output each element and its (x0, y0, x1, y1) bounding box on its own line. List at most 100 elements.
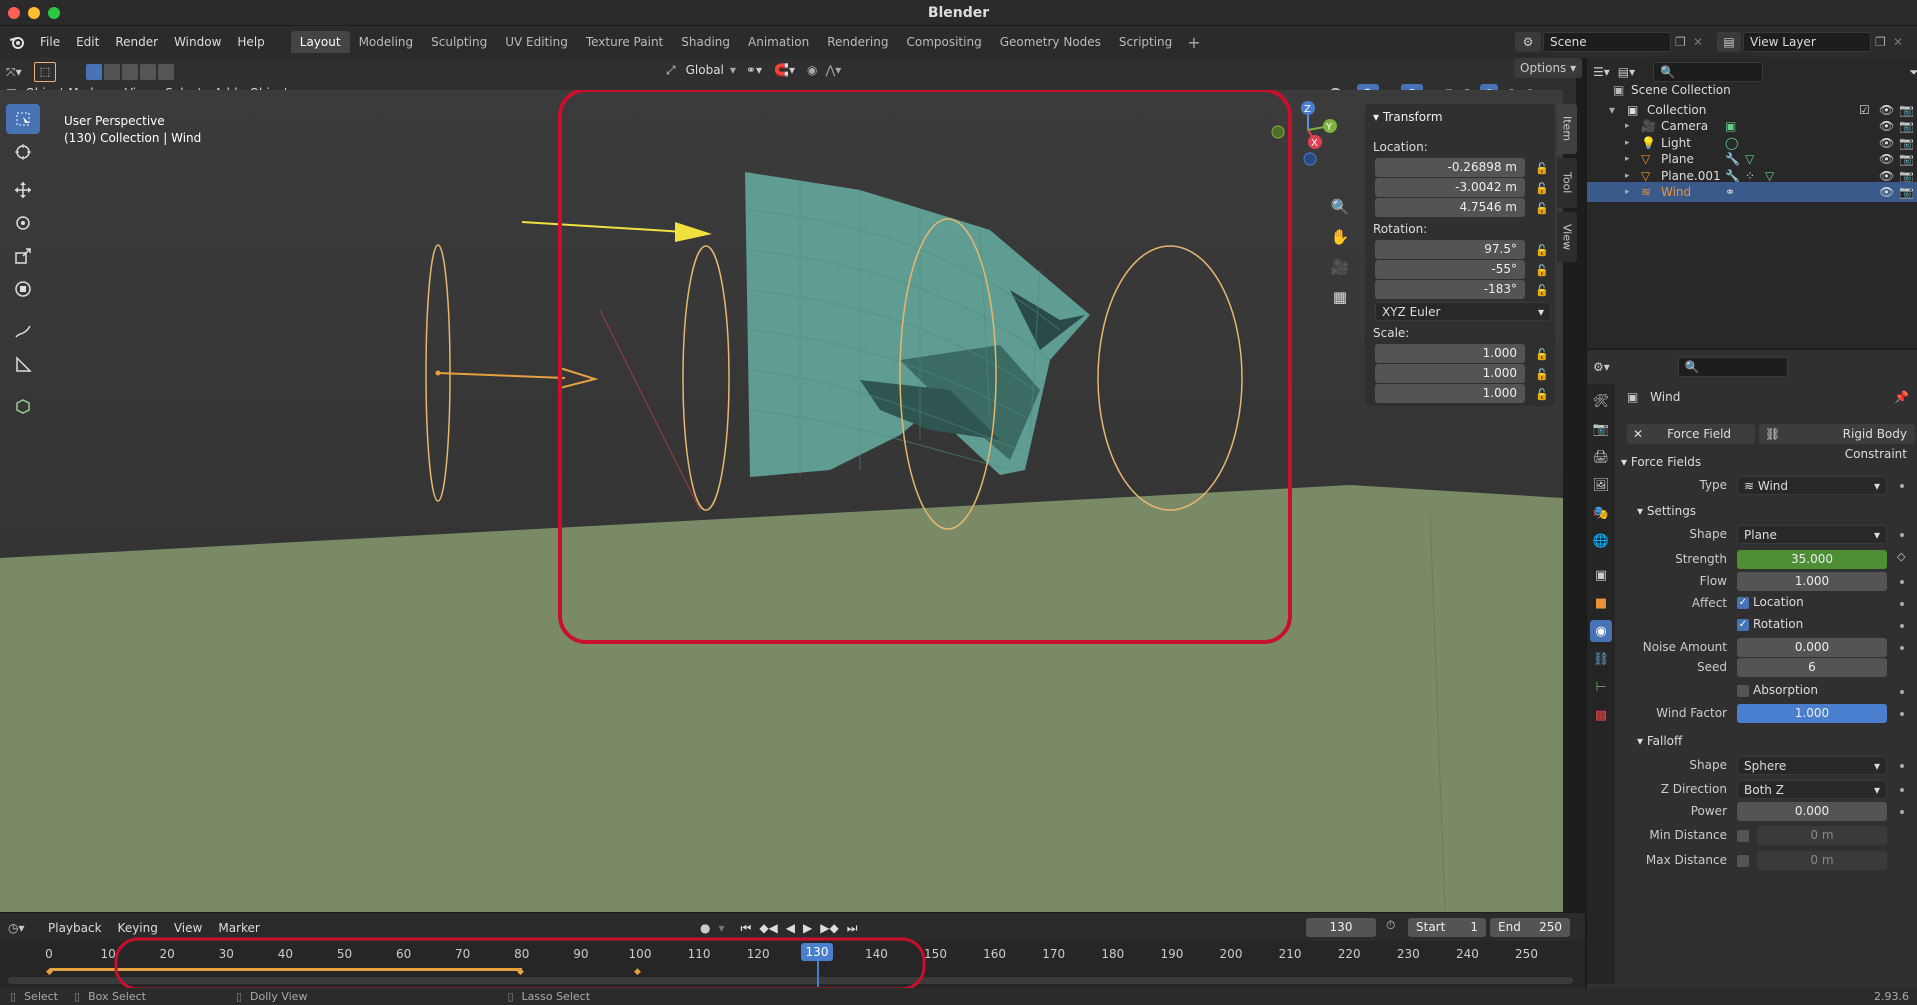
perspective-toggle-icon[interactable]: ▦ (1326, 288, 1354, 318)
select-intersect-icon[interactable] (158, 64, 174, 80)
scene-tab-icon[interactable]: 🎭 (1590, 502, 1612, 524)
display-mode-icon[interactable]: ▤▾ (1618, 65, 1635, 79)
new-view-layer-icon[interactable]: ❐ (1875, 35, 1893, 49)
outliner-editor-icon[interactable]: ☰▾ (1593, 65, 1610, 79)
affect-location-checkbox[interactable]: ✓ (1737, 597, 1749, 609)
tab-animation[interactable]: Animation (739, 31, 818, 53)
seed-field[interactable]: 6 (1737, 658, 1887, 677)
location-x-field[interactable]: -0.26898 m (1375, 158, 1525, 177)
select-new-icon[interactable] (86, 64, 102, 80)
measure-tool-icon[interactable] (6, 349, 40, 379)
view-layer-tab-icon[interactable]: 🖼 (1590, 474, 1612, 496)
camera-view-icon[interactable]: 🎥 (1326, 258, 1354, 288)
world-tab-icon[interactable]: 🌐 (1590, 530, 1612, 552)
outliner-row-wind[interactable]: ▸ ≋ Wind ⚭ 👁 📷 (1587, 182, 1917, 202)
absorption-checkbox[interactable] (1737, 685, 1749, 697)
zoom-icon[interactable]: 🔍 (1326, 198, 1354, 228)
annotate-tool-icon[interactable] (6, 316, 40, 346)
rotate-tool-icon[interactable] (6, 208, 40, 238)
outliner-row-scene-collection[interactable]: ▣ Scene Collection (1587, 80, 1917, 100)
view-layer-field[interactable]: View Layer (1743, 32, 1871, 52)
select-box-tool-icon[interactable] (6, 104, 40, 134)
transform-tool-icon[interactable] (6, 274, 40, 304)
force-fields-header[interactable]: ▾ Force Fields (1621, 455, 1701, 469)
menu-render[interactable]: Render (107, 31, 166, 53)
snap-icon[interactable]: 🧲▾ (774, 63, 795, 77)
tool-tab-icon[interactable]: 🛠 (1590, 390, 1612, 412)
filter-icon[interactable]: ⏷▾ (1909, 65, 1917, 80)
tab-modeling[interactable]: Modeling (350, 31, 423, 53)
select-subtract-icon[interactable] (122, 64, 138, 80)
rotation-z-field[interactable]: -183° (1375, 280, 1525, 299)
select-invert-icon[interactable] (140, 64, 156, 80)
location-lock-icons[interactable]: 🔓 🔓 🔓 (1535, 159, 1549, 219)
object-tab-icon[interactable]: ■ (1590, 592, 1612, 614)
cursor-tool-icon[interactable] (6, 137, 40, 167)
blender-logo-icon[interactable] (6, 31, 28, 53)
scale-z-field[interactable]: 1.000 (1375, 384, 1525, 403)
render-tab-icon[interactable]: 📷 (1590, 418, 1612, 440)
tab-view[interactable]: View (1557, 212, 1577, 262)
scale-tool-icon[interactable] (6, 241, 40, 271)
noise-amount-field[interactable]: 0.000 (1737, 638, 1887, 657)
tab-texture-paint[interactable]: Texture Paint (577, 31, 672, 53)
power-field[interactable]: 0.000 (1737, 802, 1887, 821)
output-tab-icon[interactable]: 🖨 (1590, 446, 1612, 468)
move-tool-icon[interactable] (6, 175, 40, 205)
new-scene-icon[interactable]: ❐ (1675, 35, 1693, 49)
select-extend-icon[interactable] (104, 64, 120, 80)
affect-rotation-checkbox[interactable]: ✓ (1737, 619, 1749, 631)
field-data-icon[interactable]: ⚭ (1725, 182, 1735, 202)
navigation-gizmo[interactable]: Z Y X (1268, 90, 1348, 170)
scale-y-field[interactable]: 1.000 (1375, 364, 1525, 383)
min-distance-field[interactable]: 0 m (1757, 826, 1887, 845)
delete-view-layer-icon[interactable]: ✕ (1893, 35, 1911, 49)
visibility-eye-icon[interactable]: 👁 (1879, 182, 1894, 202)
min-distance-checkbox[interactable] (1737, 830, 1749, 842)
tab-geometry-nodes[interactable]: Geometry Nodes (991, 31, 1110, 53)
select-tool-icon[interactable]: ⬚ (34, 62, 56, 82)
physics-tab-icon[interactable]: ◉ (1590, 620, 1612, 642)
pan-hand-icon[interactable]: ✋ (1326, 228, 1354, 258)
rotation-y-field[interactable]: -55° (1375, 260, 1525, 279)
collection-tab-icon[interactable]: ▣ (1590, 564, 1612, 586)
location-y-field[interactable]: -3.0042 m (1375, 178, 1525, 197)
shape-dropdown[interactable]: Plane ▾ (1737, 525, 1887, 544)
menu-edit[interactable]: Edit (68, 31, 107, 53)
wind-factor-field[interactable]: 1.000 (1737, 704, 1887, 723)
transform-orientation-dropdown[interactable]: Global (680, 59, 730, 81)
force-field-button[interactable]: ✕ Force Field (1627, 424, 1755, 444)
view-layer-icon[interactable]: ▤ (1717, 32, 1741, 52)
outliner-search-input[interactable]: 🔍 (1653, 62, 1764, 82)
editor-type-icon[interactable]: ⤧▾ (6, 65, 34, 80)
tab-uv-editing[interactable]: UV Editing (496, 31, 577, 53)
3d-viewport[interactable]: User Perspective (130) Collection | Wind… (0, 90, 1563, 912)
rotation-mode-dropdown[interactable]: XYZ Euler ▾ (1375, 302, 1551, 321)
maximize-window-icon[interactable] (48, 7, 60, 19)
strength-field[interactable]: 35.000 (1737, 550, 1887, 569)
keyframe-diamond-icon[interactable]: ◇ (1897, 550, 1905, 563)
flow-field[interactable]: 1.000 (1737, 572, 1887, 591)
texture-tab-icon[interactable]: ▩ (1590, 704, 1612, 726)
menu-window[interactable]: Window (166, 31, 229, 53)
transform-header[interactable]: ▾ Transform (1373, 110, 1443, 124)
properties-editor-icon[interactable]: ⚙▾ (1593, 360, 1610, 374)
max-distance-checkbox[interactable] (1737, 855, 1749, 867)
tab-shading[interactable]: Shading (672, 31, 739, 53)
proportional-edit-icon[interactable]: ◉ (807, 63, 817, 77)
tab-scripting[interactable]: Scripting (1110, 31, 1181, 53)
menu-file[interactable]: File (32, 31, 68, 53)
scale-x-field[interactable]: 1.000 (1375, 344, 1525, 363)
properties-search-input[interactable]: 🔍 (1677, 357, 1788, 377)
rotation-x-field[interactable]: 97.5° (1375, 240, 1525, 259)
add-cube-tool-icon[interactable] (6, 391, 40, 421)
rigid-body-constraint-button[interactable]: ⛓ Rigid Body Constraint (1759, 424, 1915, 461)
render-camera-icon[interactable]: 📷 (1899, 182, 1914, 202)
tab-sculpting[interactable]: Sculpting (422, 31, 496, 53)
close-window-icon[interactable] (8, 7, 20, 19)
object-data-tab-icon[interactable]: ⊢ (1590, 676, 1612, 698)
falloff-curve-icon[interactable]: ⋀▾ (825, 63, 841, 77)
tab-compositing[interactable]: Compositing (897, 31, 990, 53)
pivot-point-icon[interactable]: ⚭▾ (746, 63, 762, 77)
tab-layout[interactable]: Layout (290, 31, 350, 53)
